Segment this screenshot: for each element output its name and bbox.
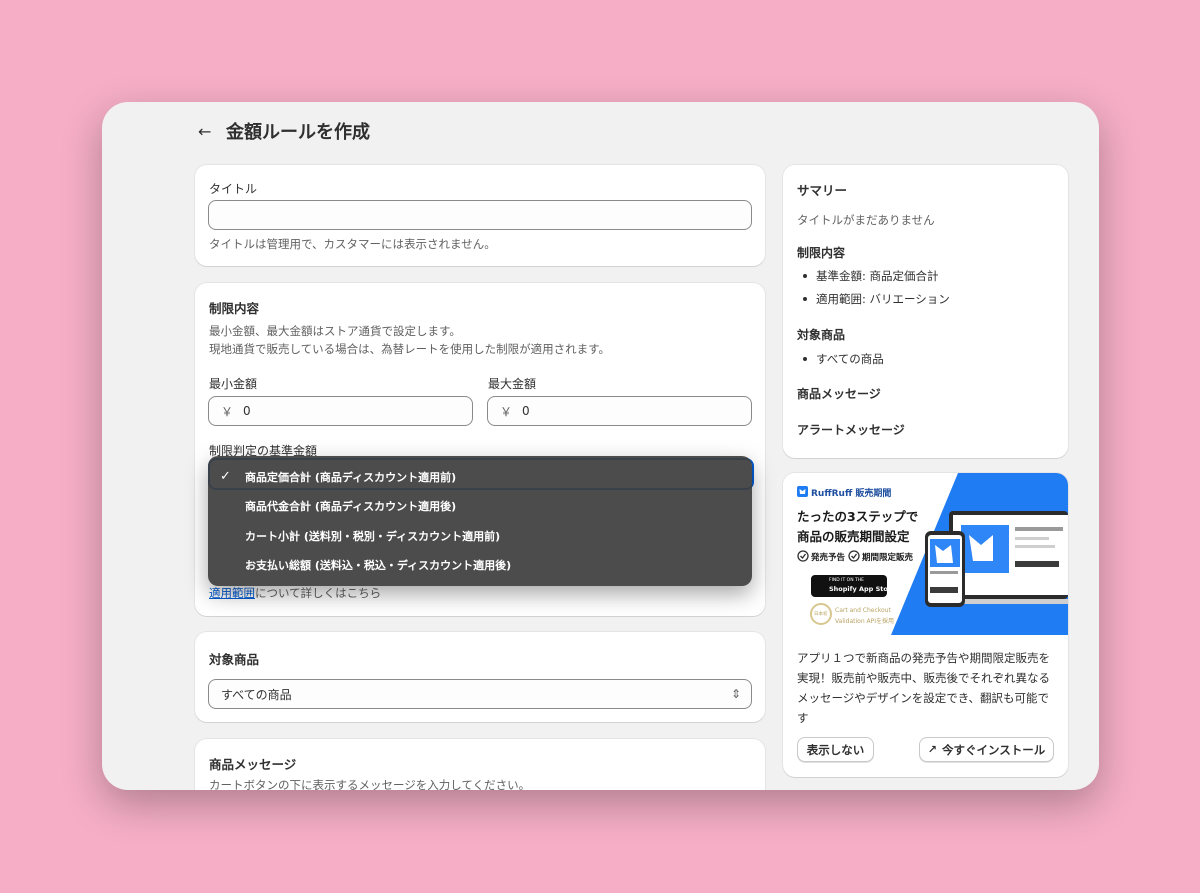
dropdown-option[interactable]: 商品代金合計 (商品ディスカウント適用後): [216, 492, 744, 522]
title-help: タイトルは管理用で、カスタマーには表示されません。: [209, 237, 496, 251]
dropdown-option-label: お支払い総額 (送料込・税込・ディスカウント適用後): [245, 559, 512, 573]
scope-link[interactable]: 適用範囲: [209, 586, 255, 600]
dropdown-option-label: 商品定価合計 (商品ディスカウント適用前): [245, 470, 457, 484]
scope-suffix: について詳しくはこちら: [255, 586, 382, 600]
install-button[interactable]: ↗ 今すぐインストール: [919, 737, 1054, 762]
arrow-left-icon[interactable]: ←: [198, 122, 218, 141]
currency-prefix: ￥: [500, 404, 513, 419]
summary-alert-heading: アラートメッセージ: [797, 423, 905, 437]
summary-heading: サマリー: [797, 183, 848, 198]
seal-text: 日本初: [814, 612, 828, 617]
title-card: タイトル タイトルは管理用で、カスタマーには表示されません。: [195, 165, 765, 266]
page-header: ← 金額ルールを作成: [198, 118, 370, 144]
list-item: 基準金額: 商品定価合計: [797, 264, 950, 287]
promo-headline-1: たったの3ステップで: [797, 509, 919, 524]
dismiss-button[interactable]: 表示しない: [797, 737, 874, 762]
app-store-badge-small: FIND IT ON THE: [829, 578, 864, 583]
dropdown-option-label: カート小計 (送料別・税別・ディスカウント適用前): [245, 529, 501, 543]
message-card: 商品メッセージ カートボタンの下に表示するメッセージを入力してください。: [195, 739, 765, 790]
title-input[interactable]: [208, 200, 752, 230]
message-help: カートボタンの下に表示するメッセージを入力してください。: [209, 778, 531, 790]
chevron-updown-icon: ⇕: [730, 687, 741, 701]
check-icon: ✓: [220, 469, 231, 485]
min-amount-input[interactable]: ￥ 0: [208, 396, 473, 426]
max-amount-input[interactable]: ￥ 0: [487, 396, 752, 426]
scope-link-line: 適用範囲について詳しくはこちら: [209, 584, 381, 602]
promo-brand: RuffRuff 販売期間: [811, 489, 892, 499]
validation-line-2: Validation APIを採用: [835, 618, 895, 625]
basis-dropdown-menu: ✓ 商品定価合計 (商品ディスカウント適用前) 商品代金合計 (商品ディスカウン…: [208, 456, 752, 586]
summary-limits-heading: 制限内容: [797, 246, 846, 260]
title-label: タイトル: [209, 182, 258, 196]
install-button-label: 今すぐインストール: [941, 742, 1046, 757]
summary-no-title: タイトルがまだありません: [797, 213, 935, 227]
promo-card: RuffRuff 販売期間 たったの3ステップで 商品の販売期間設定 発売予告 …: [783, 473, 1068, 777]
promo-headline-2: 商品の販売期間設定: [797, 529, 910, 544]
external-link-icon: ↗: [927, 743, 937, 756]
max-amount-label: 最大金額: [488, 377, 537, 391]
page-title: 金額ルールを作成: [226, 122, 370, 143]
dropdown-option-label: 商品代金合計 (商品ディスカウント適用後): [245, 500, 457, 514]
target-card: 対象商品 すべての商品 ⇕: [195, 632, 765, 722]
list-item: 適用範囲: バリエーション: [797, 287, 950, 310]
summary-target-list: すべての商品: [797, 347, 884, 370]
target-select[interactable]: すべての商品 ⇕: [208, 679, 752, 709]
promo-feature-1: 発売予告: [811, 553, 846, 563]
promo-body: アプリ１つで新商品の発売予告や期間限定販売を実現！販売前や販売中、販売後でそれぞ…: [797, 651, 1050, 725]
summary-target-heading: 対象商品: [797, 328, 846, 342]
dropdown-option[interactable]: ✓ 商品定価合計 (商品ディスカウント適用前): [216, 462, 744, 492]
message-heading: 商品メッセージ: [209, 757, 297, 772]
currency-prefix: ￥: [221, 404, 234, 419]
app-store-badge-text: Shopify App Store: [829, 585, 896, 593]
list-item: すべての商品: [797, 347, 884, 370]
promo-feature-2: 期間限定販売: [862, 553, 914, 563]
app-window: ← 金額ルールを作成 タイトル タイトルは管理用で、カスタマーには表示されません…: [102, 102, 1099, 790]
limits-heading: 制限内容: [209, 301, 260, 316]
max-amount-value: 0: [522, 404, 530, 418]
promo-banner: RuffRuff 販売期間 たったの3ステップで 商品の販売期間設定 発売予告 …: [783, 473, 1068, 635]
validation-line-1: Cart and Checkout: [835, 607, 891, 614]
target-select-value: すべての商品: [221, 687, 292, 702]
summary-limits-list: 基準金額: 商品定価合計 適用範囲: バリエーション: [797, 264, 950, 310]
dropdown-option[interactable]: お支払い総額 (送料込・税込・ディスカウント適用後): [216, 551, 744, 581]
target-heading: 対象商品: [209, 652, 260, 667]
summary-message-heading: 商品メッセージ: [797, 387, 881, 401]
summary-card: サマリー タイトルがまだありません 制限内容 基準金額: 商品定価合計 適用範囲…: [783, 165, 1068, 458]
limits-desc-2: 現地通貨で販売している場合は、為替レートを使用した制限が適用されます。: [209, 342, 611, 356]
limits-desc-1: 最小金額、最大金額はストア通貨で設定します。: [209, 324, 461, 338]
min-amount-value: 0: [243, 404, 251, 418]
dropdown-option[interactable]: カート小計 (送料別・税別・ディスカウント適用前): [216, 521, 744, 551]
min-amount-label: 最小金額: [209, 377, 258, 391]
